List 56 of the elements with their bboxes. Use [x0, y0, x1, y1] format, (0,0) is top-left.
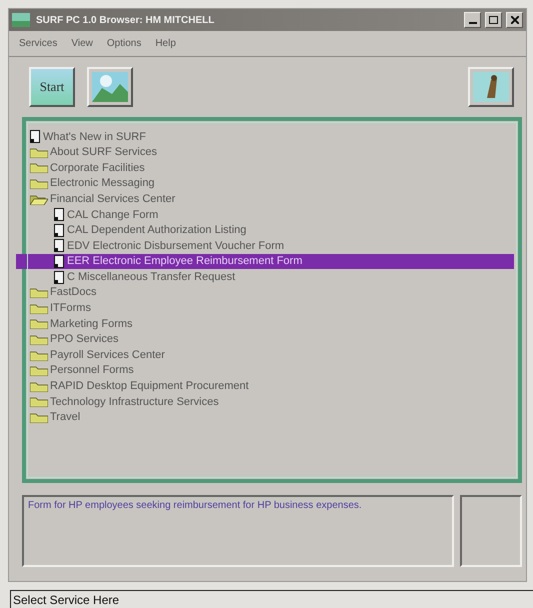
folder-icon	[30, 365, 48, 376]
figure-icon	[473, 72, 509, 102]
tree-item[interactable]: About SURF Services	[30, 144, 514, 160]
tree-item[interactable]: EER Electronic Employee Reimbursement Form	[16, 254, 514, 270]
tree-item[interactable]: C Miscellaneous Transfer Request	[30, 269, 514, 285]
menu-item[interactable]: Options	[106, 36, 142, 51]
folder-icon	[30, 396, 48, 408]
tree-item[interactable]: PPO Services	[30, 332, 514, 348]
tree-item[interactable]: Marketing Forms	[30, 316, 514, 332]
menu-item[interactable]: Services	[19, 36, 58, 51]
tree-item[interactable]: What's New in SURF	[30, 129, 514, 145]
document-icon	[30, 130, 41, 144]
tree-item[interactable]: ITForms	[30, 300, 514, 316]
minimize-button[interactable]	[464, 12, 481, 28]
folder-icon	[30, 412, 48, 423]
tree-item[interactable]: Electronic Messaging	[30, 176, 514, 192]
folder-icon	[30, 287, 48, 298]
folder-icon	[30, 302, 48, 314]
tree-item[interactable]: EDV Electronic Disbursement Voucher Form	[30, 238, 514, 254]
start-button[interactable]: Start	[29, 67, 75, 107]
tree-item[interactable]: CAL Change Form	[30, 206, 514, 223]
tree-item[interactable]: Payroll Services Center	[30, 347, 514, 363]
tree-item[interactable]: Personnel Forms	[30, 362, 514, 378]
folder-icon	[30, 318, 48, 330]
status-bar: Select Service Here	[10, 590, 533, 608]
tree-item[interactable]: Travel	[30, 410, 514, 426]
description-text: Form for HP employees seeking reimbursement for HP business expenses.	[22, 495, 454, 567]
menu-item[interactable]: View	[71, 36, 93, 51]
landscape-icon	[92, 72, 128, 102]
toolbar-button[interactable]	[87, 67, 133, 107]
folder-icon	[30, 162, 48, 174]
tree-item[interactable]: Technology Infrastructure Services	[30, 394, 514, 410]
document-icon	[54, 208, 65, 222]
maximize-button[interactable]	[485, 12, 502, 28]
preview-box	[460, 495, 522, 567]
maximize-icon	[489, 16, 498, 24]
app-icon	[12, 13, 30, 27]
folder-icon	[30, 146, 48, 158]
menu-item[interactable]: Help	[155, 36, 176, 51]
document-icon	[54, 239, 65, 252]
tree-item[interactable]: Financial Services Center	[30, 191, 514, 207]
tree-item[interactable]: CAL Dependent Authorization Listing	[30, 222, 514, 238]
folder-icon	[30, 178, 48, 190]
close-button[interactable]	[506, 12, 523, 28]
folder-icon	[30, 380, 48, 392]
document-icon	[54, 270, 65, 284]
document-icon	[54, 224, 65, 237]
document-icon	[54, 255, 65, 268]
tree-item[interactable]: RAPID Desktop Equipment Procurement	[30, 378, 514, 394]
folder-icon	[30, 350, 48, 361]
tree-item[interactable]: Corporate Facilities	[30, 160, 514, 176]
window-title: SURF PC 1.0 Browser: HM MITCHELL	[36, 14, 214, 28]
toolbar-button[interactable]	[468, 67, 514, 107]
folder-icon	[30, 334, 48, 346]
close-icon	[510, 16, 518, 24]
tree-item[interactable]: FastDocs	[30, 284, 514, 301]
